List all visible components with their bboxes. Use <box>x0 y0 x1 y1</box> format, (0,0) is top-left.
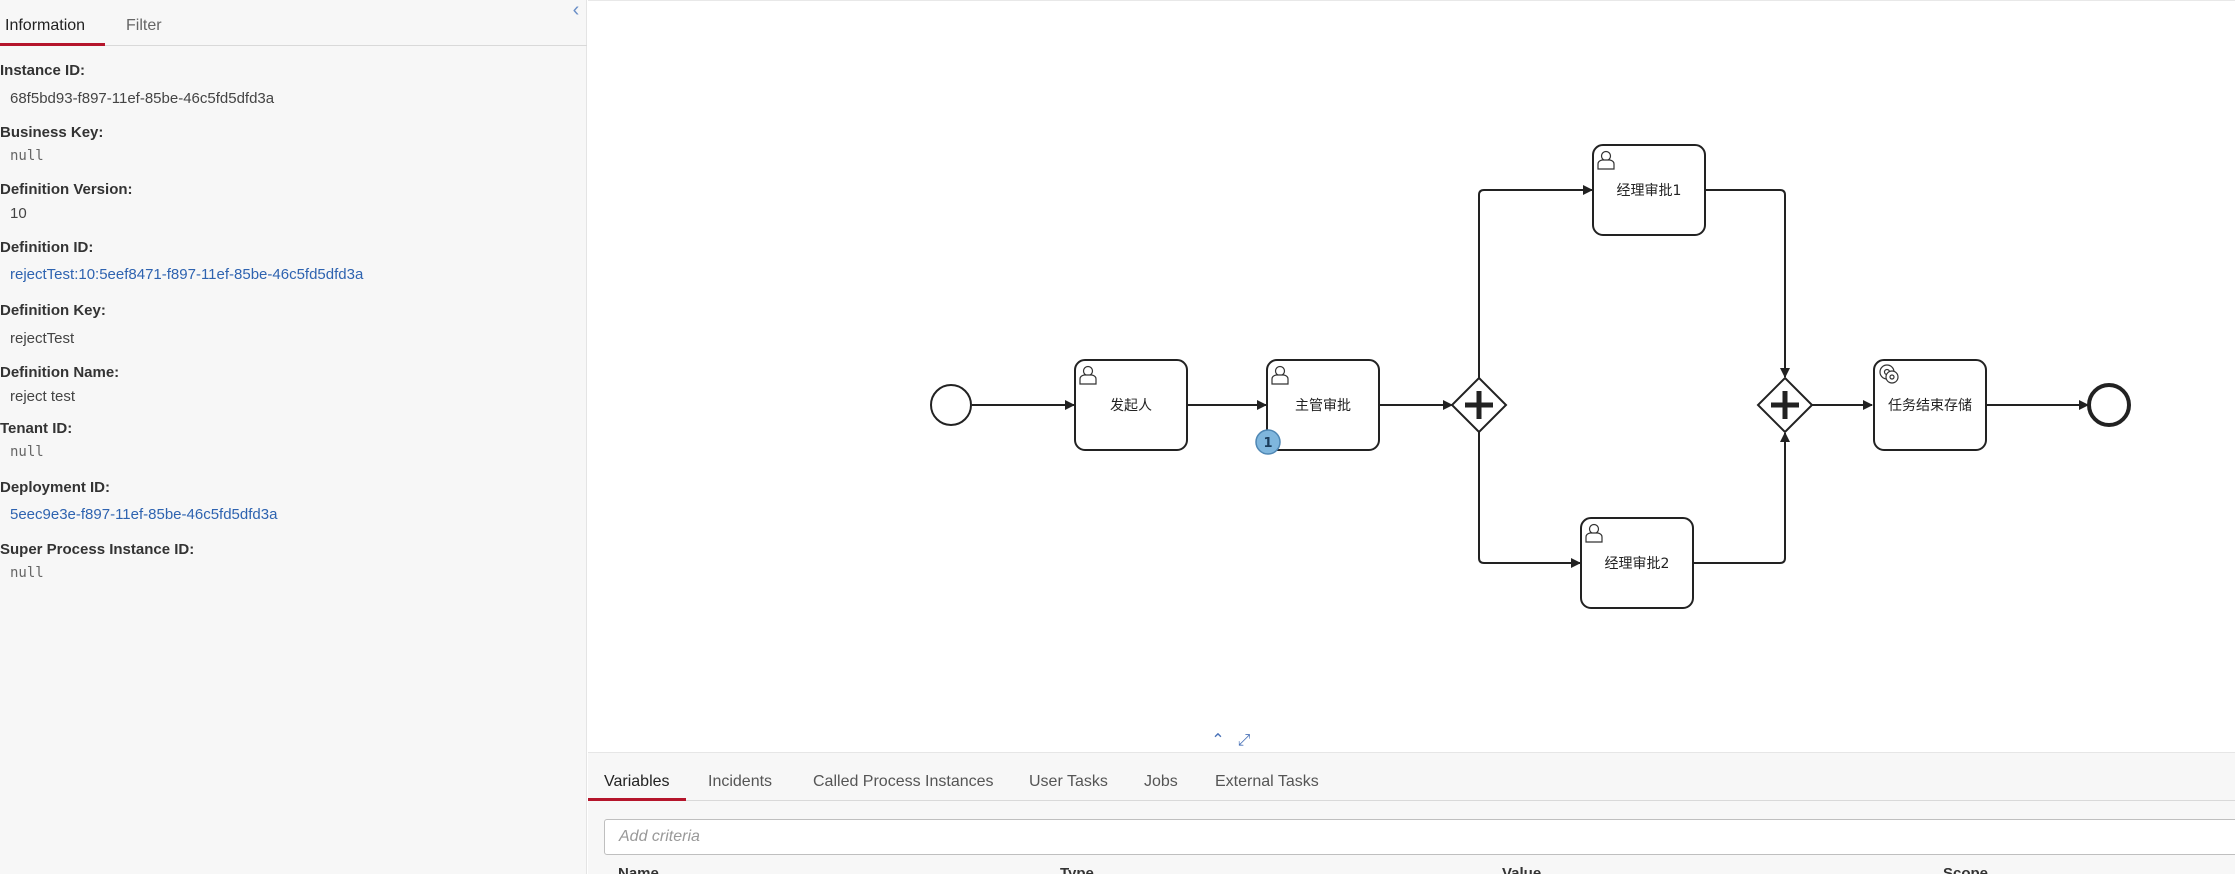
tab-called-process-instances[interactable]: Called Process Instances <box>813 773 994 801</box>
tab-user-tasks[interactable]: User Tasks <box>1029 773 1108 801</box>
chevron-up-icon[interactable]: ⌃ <box>1208 731 1228 751</box>
tab-jobs[interactable]: Jobs <box>1144 773 1178 801</box>
definition-version-label: Definition Version: <box>0 181 133 198</box>
definition-id-label: Definition ID: <box>0 239 94 256</box>
business-key-value: null <box>10 148 44 164</box>
task-supervisor-label: 主管审批 <box>1295 398 1351 414</box>
task-end-storage-label: 任务结束存储 <box>1888 398 1972 414</box>
parallel-gateway-split[interactable] <box>1450 376 1508 434</box>
bpmn-diagram: 发起人 主管审批 1 经理审批1 经理审批2 任务结束存储 <box>930 144 2131 609</box>
task-manager-approval-2-label: 经理审批2 <box>1605 556 1670 572</box>
column-header-name[interactable]: Name <box>618 865 659 874</box>
task-manager-approval-1[interactable]: 经理审批1 <box>1592 144 1706 236</box>
task-manager-approval-2[interactable]: 经理审批2 <box>1580 517 1694 609</box>
definition-id-link[interactable]: rejectTest:10:5eef8471-f897-11ef-85be-46… <box>10 266 363 283</box>
expand-icon[interactable]: ⤢ <box>1234 731 1254 751</box>
column-header-value[interactable]: Value <box>1502 865 1541 874</box>
running-instance-badge[interactable]: 1 <box>1255 429 1281 455</box>
bpmn-diagram-canvas[interactable]: 发起人 主管审批 1 经理审批1 经理审批2 任务结束存储 ⌃ ⤢ <box>588 0 2235 752</box>
super-process-instance-id-value: null <box>10 565 44 581</box>
task-initiator[interactable]: 发起人 <box>1074 359 1188 451</box>
task-initiator-label: 发起人 <box>1110 398 1152 414</box>
tenant-id-label: Tenant ID: <box>0 420 73 437</box>
tab-information[interactable]: Information <box>0 17 105 46</box>
end-event[interactable] <box>2087 383 2131 427</box>
tab-filter[interactable]: Filter <box>126 17 162 46</box>
variables-table-header: Name Type Value Scope <box>588 865 2235 874</box>
tab-variables[interactable]: Variables <box>588 773 686 801</box>
sidebar-tabs: Information Filter <box>0 0 587 46</box>
super-process-instance-id-label: Super Process Instance ID: <box>0 541 195 558</box>
business-key-label: Business Key: <box>0 124 104 141</box>
token-count: 1 <box>1263 436 1272 451</box>
instance-id-label: Instance ID: <box>0 62 86 79</box>
definition-name-label: Definition Name: <box>0 364 120 381</box>
definition-name-value: reject test <box>10 388 76 405</box>
details-panel: Variables Incidents Called Process Insta… <box>588 752 2235 874</box>
task-manager-approval-1-label: 经理审批1 <box>1617 183 1682 199</box>
definition-key-label: Definition Key: <box>0 302 106 319</box>
info-sidebar: Information Filter ‹ Instance ID: 68f5bd… <box>0 0 587 874</box>
task-end-storage[interactable]: 任务结束存储 <box>1873 359 1987 451</box>
start-event[interactable] <box>930 384 972 426</box>
tenant-id-value: null <box>10 444 44 460</box>
task-supervisor[interactable]: 主管审批 <box>1266 359 1380 451</box>
parallel-gateway-join[interactable] <box>1756 376 1814 434</box>
deployment-id-link[interactable]: 5eec9e3e-f897-11ef-85be-46c5fd5dfd3a <box>10 506 277 523</box>
details-tabs: Variables Incidents Called Process Insta… <box>588 753 2235 801</box>
definition-key-value: rejectTest <box>10 330 75 347</box>
instance-id-value: 68f5bd93-f897-11ef-85be-46c5fd5dfd3a <box>10 90 275 107</box>
column-header-type[interactable]: Type <box>1060 865 1094 874</box>
column-header-scope[interactable]: Scope <box>1943 865 1988 874</box>
deployment-id-label: Deployment ID: <box>0 479 111 496</box>
definition-version-value: 10 <box>10 205 27 222</box>
tab-external-tasks[interactable]: External Tasks <box>1215 773 1319 801</box>
search-criteria-input[interactable]: Add criteria <box>604 819 2235 855</box>
tab-incidents[interactable]: Incidents <box>708 773 772 801</box>
chevron-left-icon[interactable]: ‹ <box>566 0 586 20</box>
